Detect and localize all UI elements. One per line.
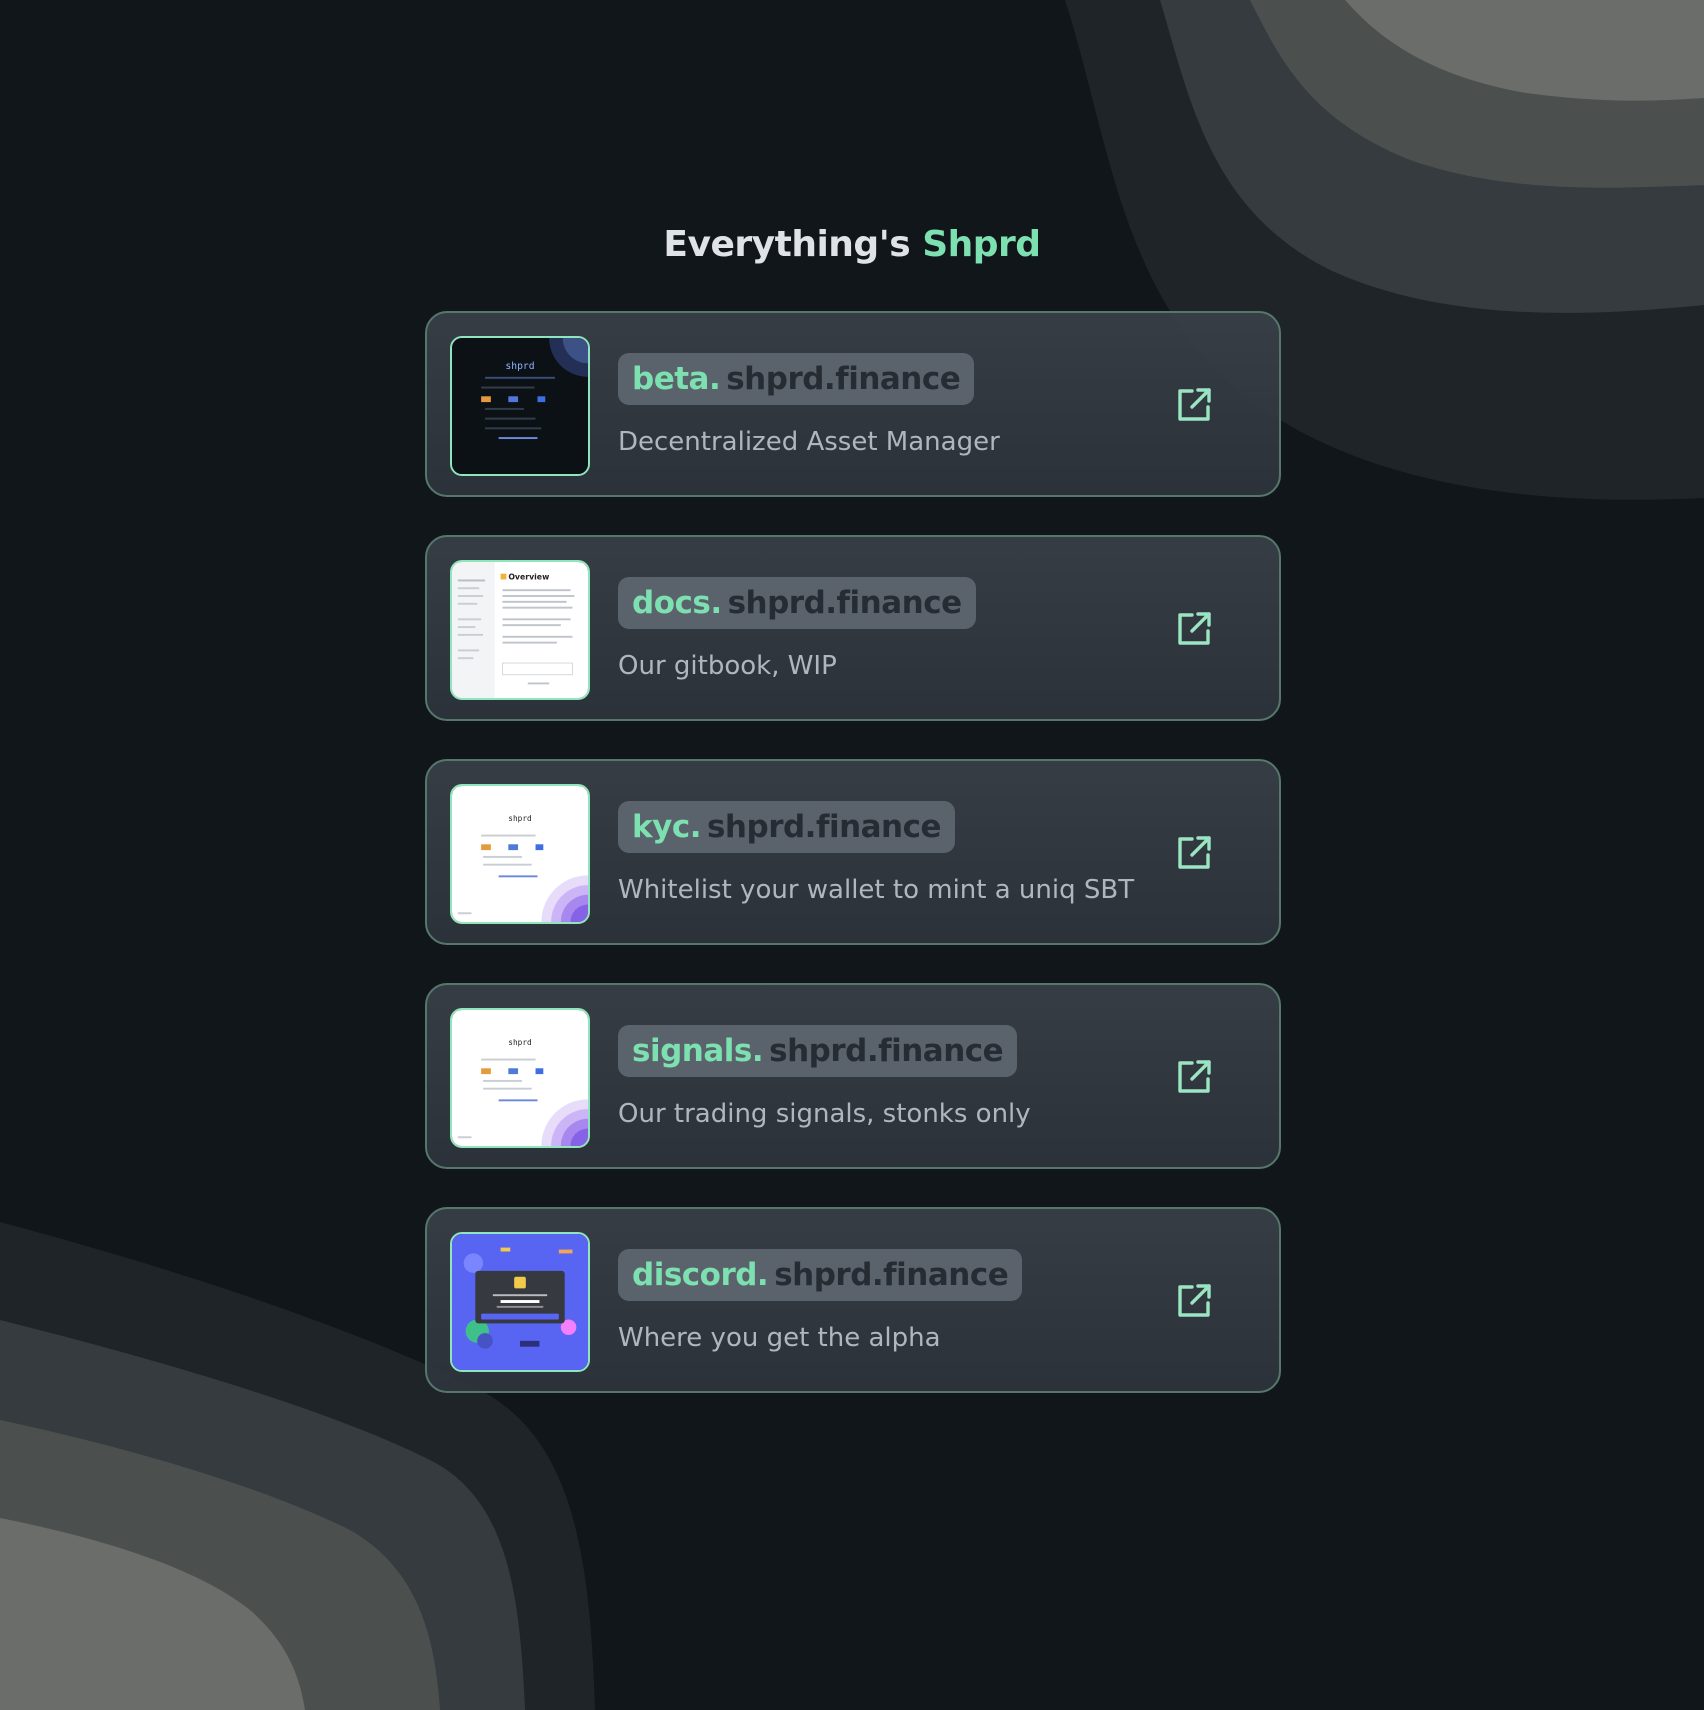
link-card-docs[interactable]: Overview docs. shprd.finance Our gitbook,… (425, 535, 1281, 721)
svg-text:shprd: shprd (505, 361, 534, 372)
subdomain-pill: signals. shprd.finance (618, 1025, 1018, 1077)
link-description: Where you get the alpha (618, 1323, 941, 1353)
link-card-kyc[interactable]: shprd kyc. shprd.finance Whitelist your w… (425, 759, 1281, 945)
domain-label: shprd.finance (727, 585, 963, 621)
domain-label: shprd.finance (769, 1033, 1004, 1069)
subdomain-label: beta. (632, 361, 721, 397)
link-card-discord[interactable]: discord. shprd.finance Where you get the … (425, 1207, 1281, 1393)
external-link-icon[interactable] (1171, 1278, 1217, 1324)
link-description: Our trading signals, stonks only (618, 1099, 1031, 1129)
external-link-icon[interactable] (1171, 382, 1217, 428)
preview-thumbnail: shprd (450, 1008, 590, 1148)
subdomain-label: kyc. (632, 809, 701, 845)
domain-label: shprd.finance (726, 361, 961, 397)
link-description: Our gitbook, WIP (618, 651, 837, 681)
preview-thumbnail: shprd (450, 336, 590, 476)
preview-thumbnail: shprd (450, 784, 590, 924)
external-link-icon[interactable] (1171, 606, 1217, 652)
preview-thumbnail (450, 1232, 590, 1372)
domain-label: shprd.finance (774, 1257, 1009, 1293)
subdomain-pill: beta. shprd.finance (618, 353, 975, 405)
link-list: shprd beta. shprd.finance Decentralized A… (425, 311, 1285, 1431)
link-description: Whitelist your wallet to mint a uniq SBT (618, 875, 1135, 905)
link-description: Decentralized Asset Manager (618, 427, 1000, 457)
subdomain-label: docs. (632, 585, 722, 621)
link-card-signals[interactable]: shprd signals. shprd.finance Our trading … (425, 983, 1281, 1169)
subdomain-label: signals. (632, 1033, 764, 1069)
domain-label: shprd.finance (706, 809, 942, 845)
svg-text:shprd: shprd (508, 814, 531, 823)
external-link-icon[interactable] (1171, 830, 1217, 876)
subdomain-pill: discord. shprd.finance (618, 1249, 1023, 1301)
page-title-prefix: Everything's (663, 224, 911, 265)
subdomain-label: discord. (632, 1257, 769, 1293)
link-card-beta[interactable]: shprd beta. shprd.finance Decentralized A… (425, 311, 1281, 497)
svg-text:Overview: Overview (508, 572, 549, 581)
subdomain-pill: kyc. shprd.finance (618, 801, 956, 853)
external-link-icon[interactable] (1171, 1054, 1217, 1100)
svg-text:shprd: shprd (508, 1038, 531, 1047)
preview-thumbnail: Overview (450, 560, 590, 700)
page-title-accent: Shprd (922, 224, 1041, 265)
subdomain-pill: docs. shprd.finance (618, 577, 976, 629)
page-title: Everything's Shprd (0, 224, 1704, 265)
